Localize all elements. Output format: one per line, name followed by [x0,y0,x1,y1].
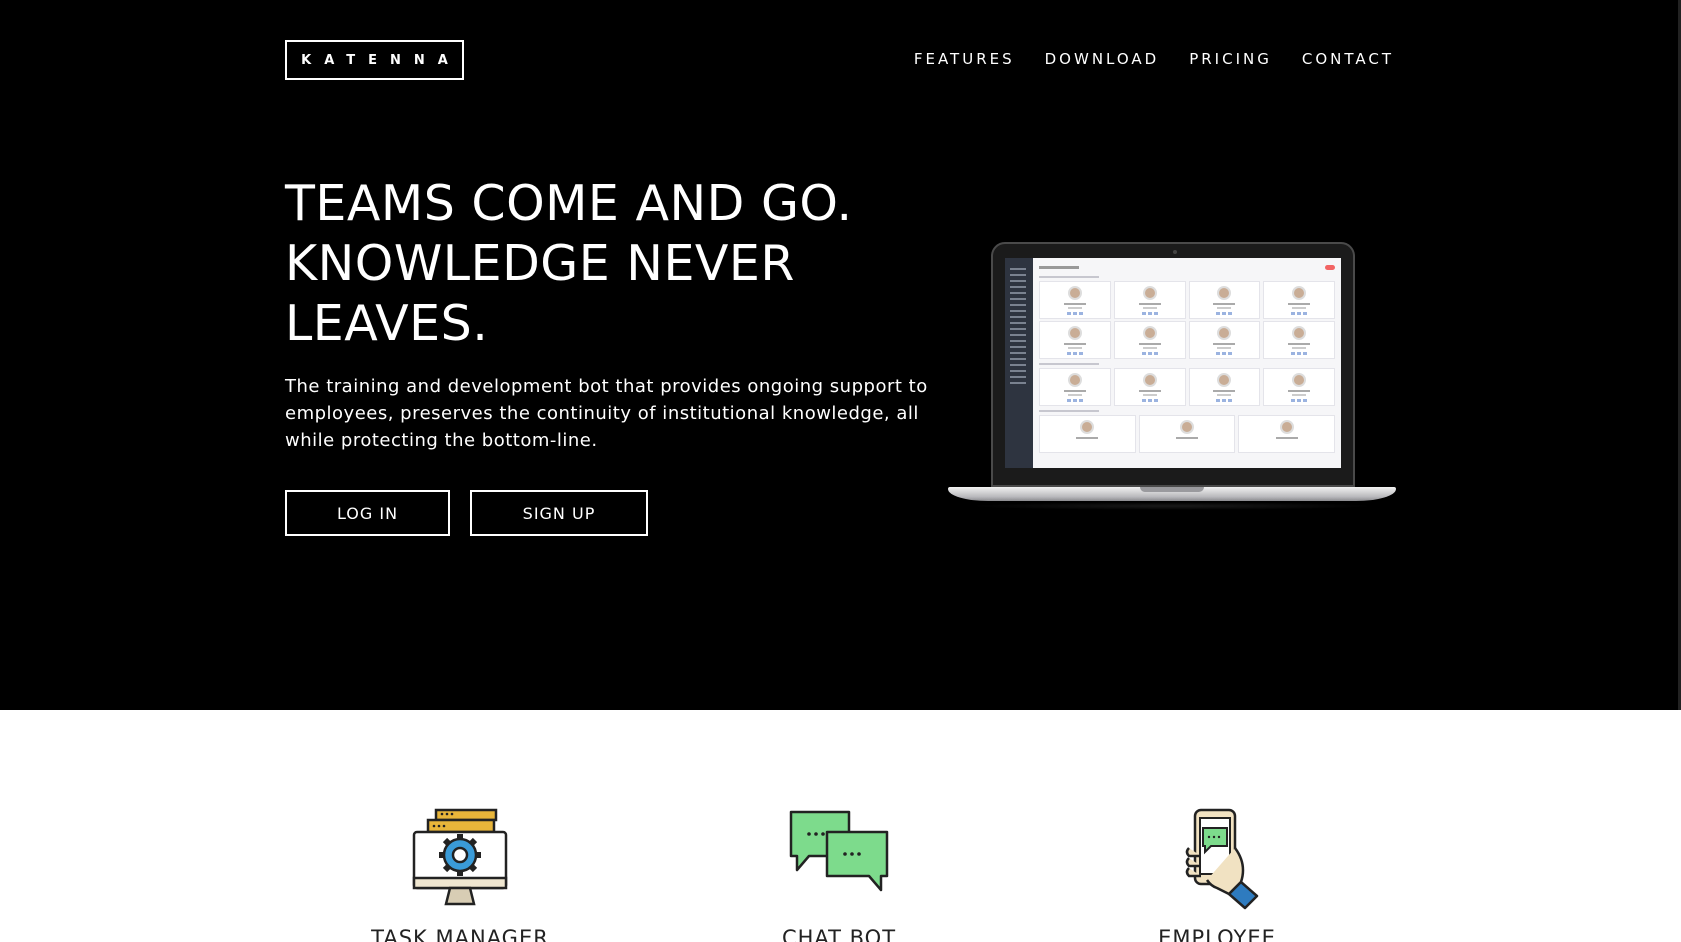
hero-headline: TEAMS COME AND GO. KNOWLEDGE NEVER LEAVE… [285,174,905,354]
feature-task-manager: TASK MANAGER [360,808,560,942]
app-main-area [1033,258,1341,468]
feature-chat-bot: CHAT BOT [739,808,939,942]
hero-subtext: The training and development bot that pr… [285,376,928,451]
laptop-notch [1140,487,1204,492]
feature-employee-portal: EMPLOYEE PORTAL [1117,808,1317,942]
task-manager-icon [412,808,508,906]
laptop-screen-bezel [991,242,1355,487]
main-nav: FEATURES DOWNLOAD PRICING CONTACT [914,50,1394,68]
headline-line-1: TEAMS COME AND GO. [285,175,853,232]
feature-label-chat-bot: CHAT BOT [781,926,897,942]
logo[interactable]: KATENNA [285,40,464,80]
nav-download-link[interactable]: DOWNLOAD [1045,50,1160,68]
laptop-mockup-image [948,240,1396,510]
nav-pricing-link[interactable]: PRICING [1189,50,1272,68]
headline-line-3: LEAVES. [285,295,489,352]
app-sidebar [1005,258,1033,468]
laptop-shadow [968,502,1376,510]
nav-features-link[interactable]: FEATURES [914,50,1015,68]
login-button[interactable]: LOG IN [285,490,450,536]
laptop-camera [1173,250,1177,254]
app-screenshot [1005,258,1341,468]
employee-portal-icon [1185,808,1259,910]
feature-label-task-manager: TASK MANAGER [371,926,549,942]
hero-section: KATENNA FEATURES DOWNLOAD PRICING CONTAC… [0,0,1681,710]
signup-button[interactable]: SIGN UP [470,490,648,536]
headline-line-2: KNOWLEDGE NEVER [285,235,795,292]
nav-contact-link[interactable]: CONTACT [1302,50,1394,68]
chat-bot-icon [789,810,889,892]
feature-label-employee-portal: EMPLOYEE PORTAL [1158,926,1276,942]
